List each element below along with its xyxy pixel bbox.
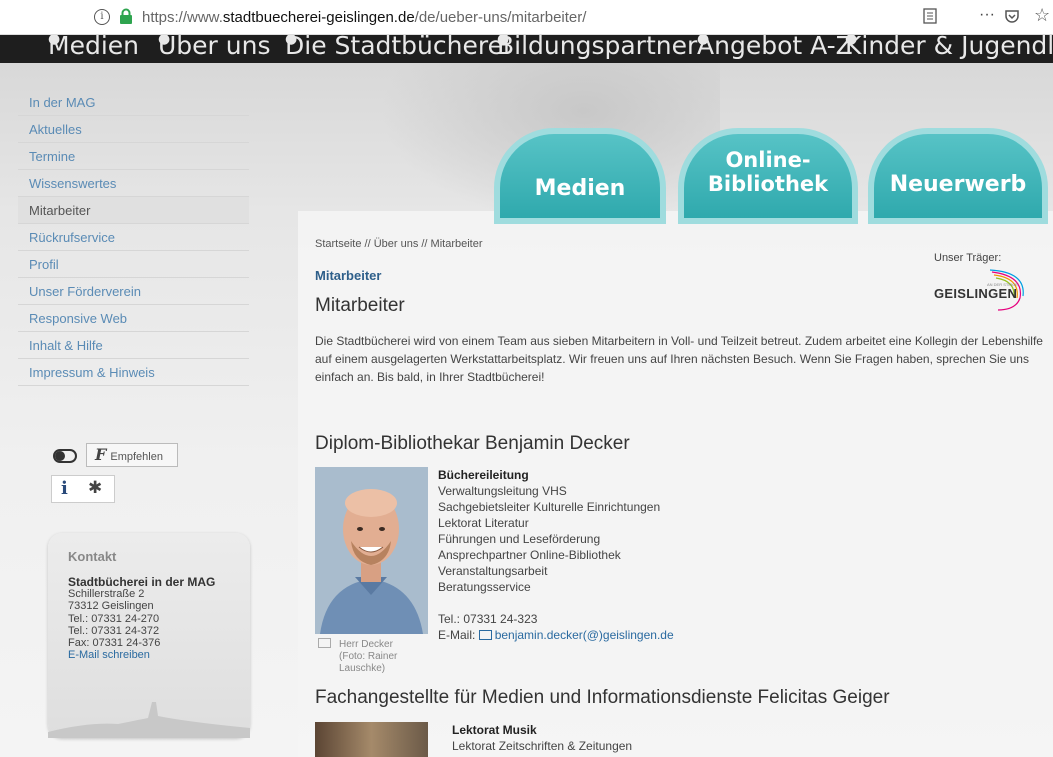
reader-view-icon[interactable] (923, 8, 937, 24)
recommend-icon: F (95, 445, 107, 464)
lock-icon (120, 8, 132, 24)
recommend-button[interactable]: F Empfehlen (86, 443, 178, 467)
contact-org: Stadtbücherei in der MAG (68, 575, 216, 589)
staff-duty: Beratungsservice (438, 580, 531, 594)
staff-duty: Verwaltungsleitung VHS (438, 484, 567, 498)
page-actions-icon[interactable]: ··· (979, 6, 995, 24)
tab-medien[interactable]: Medien (494, 128, 666, 224)
staff-duty: Lektorat Literatur (438, 516, 529, 530)
intro-text: Die Stadtbücherei wird von einem Team au… (315, 334, 1043, 384)
sidebar-item-inhalt-hilfe[interactable]: Inhalt & Hilfe (18, 332, 249, 359)
url-text[interactable]: https://www.stadtbuecherei-geislingen.de… (142, 9, 586, 26)
contact-fax: Fax: 07331 24-376 (68, 637, 161, 650)
mail-icon (478, 630, 492, 640)
contact-tel-2: Tel.: 07331 24-372 (68, 624, 160, 637)
staff-photo[interactable] (315, 467, 428, 634)
contact-street: Schillerstraße 2 (68, 588, 145, 601)
sidebar-item-wissenswertes[interactable]: Wissenswertes (18, 170, 249, 197)
sidebar-item-profil[interactable]: Profil (18, 251, 249, 278)
sidebar-item-responsive-web[interactable]: Responsive Web (18, 305, 249, 332)
staff-duty: Lektorat Zeitschriften & Zeitungen (452, 739, 633, 753)
landscape-illustration (48, 702, 250, 738)
sidebar-item-aktuelles[interactable]: Aktuelles (18, 116, 249, 143)
sidebar-item-rueckrufservice[interactable]: Rückrufservice (18, 224, 249, 251)
contact-box: Kontakt Stadtbücherei in der MAG Schille… (48, 533, 250, 738)
staff-photo[interactable] (315, 722, 428, 757)
sidebar-item-foerderverein[interactable]: Unser Förderverein (18, 278, 249, 305)
breadcrumb[interactable]: Startseite // Über uns // Mitarbeiter (315, 238, 483, 250)
tab-neuerwerb[interactable]: Neuerwerb (868, 128, 1048, 224)
camera-icon (318, 638, 331, 648)
staff-role: Lektorat Musik (452, 723, 537, 737)
contact-tel-1: Tel.: 07331 24-270 (68, 612, 160, 625)
sidebar-item-in-der-mag[interactable]: In der MAG (18, 89, 249, 116)
staff-duty: Veranstaltungsarbeit (438, 564, 548, 578)
staff-name: Fachangestellte für Medien und Informati… (315, 687, 890, 708)
staff-duty: Sachgebietsleiter Kulturelle Einrichtung… (438, 500, 661, 514)
geislingen-logo[interactable]: AN DER STEIGE GEISLINGEN (930, 268, 1026, 312)
staff-details: Büchereileitung Verwaltungsleitung VHS S… (438, 468, 674, 642)
staff-duty: Ansprechpartner Online-Bibliothek (438, 548, 621, 562)
page-title: Mitarbeiter (315, 295, 405, 316)
top-navigation: ● Medien ● Über uns ● Die Stadtbücherei ● Bi… (0, 35, 1053, 63)
site-info-icon[interactable]: i (94, 9, 110, 25)
staff-portrait-graphic (315, 467, 428, 634)
bookmark-star-icon[interactable]: ☆ (1034, 5, 1050, 26)
info-settings-box: i ✱ (51, 475, 115, 503)
contrast-toggle-icon[interactable] (53, 449, 77, 463)
staff-mail-link[interactable]: benjamin.decker(@)geislingen.de (495, 628, 674, 642)
staff-name: Diplom-Bibliothekar Benjamin Decker (315, 433, 630, 454)
sidebar-item-impressum[interactable]: Impressum & Hinweis (18, 359, 249, 386)
browser-url-bar[interactable]: i https://www.stadtbuecherei-geislingen.… (0, 0, 1053, 35)
contact-mail-link[interactable]: E-Mail schreiben (68, 649, 215, 661)
staff-tel: Tel.: 07331 24-323 (438, 612, 538, 626)
contact-city: 73312 Geislingen (68, 600, 154, 613)
staff-role: Büchereileitung (438, 468, 529, 482)
sidebar-nav: In der MAG Aktuelles Termine Wissenswert… (18, 89, 249, 386)
photo-caption: Herr Decker (Foto: Rainer Lauschke) (318, 638, 397, 675)
sidebar-item-mitarbeiter[interactable]: Mitarbeiter (18, 197, 249, 224)
sponsor-label: Unser Träger: (934, 252, 1002, 264)
pocket-icon[interactable] (1004, 8, 1020, 24)
section-label: Mitarbeiter (315, 268, 382, 283)
contact-heading: Kontakt (68, 549, 117, 564)
tab-online-bibliothek[interactable]: Online- Bibliothek (678, 128, 858, 224)
staff-details: Lektorat Musik Lektorat Zeitschriften & … (452, 722, 632, 754)
gear-icon[interactable]: ✱ (88, 478, 102, 498)
staff-duty: Führungen und Leseförderung (438, 532, 601, 546)
sidebar-item-termine[interactable]: Termine (18, 143, 249, 170)
info-icon[interactable]: i (61, 478, 68, 499)
